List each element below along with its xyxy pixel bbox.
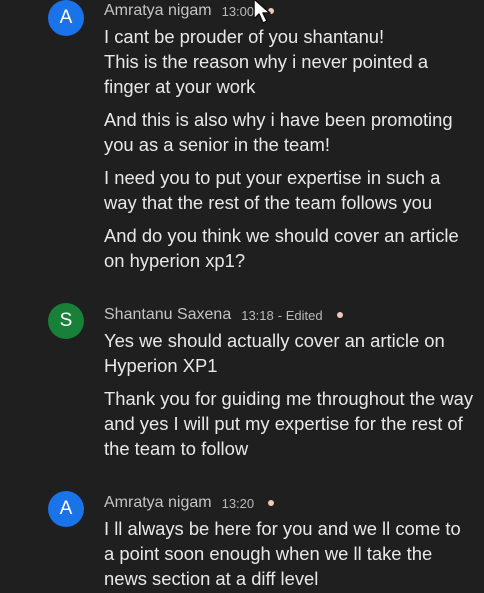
timestamp: 13:18: [241, 307, 274, 323]
message-paragraph: I ll always be here for you and we ll co…: [104, 518, 461, 589]
chat-thread: A Amratya nigam 13:00 I cant be prouder …: [0, 0, 484, 593]
timestamp: 13:20: [221, 495, 255, 511]
sender-name[interactable]: Amratya nigam: [104, 2, 212, 20]
message-header: Amratya nigam 13:00: [104, 1, 275, 21]
status-dot-icon: [268, 500, 275, 506]
sender-name[interactable]: Amratya nigam: [104, 494, 212, 512]
message-paragraph: Thank you for guiding me throughout the …: [104, 388, 474, 459]
status-dot-icon: [336, 312, 343, 318]
message-body: I ll always be here for you and we ll co…: [104, 516, 476, 593]
message-paragraph: And do you think we should cover an arti…: [104, 225, 459, 271]
message-header: Amratya nigam 13:20: [104, 493, 275, 513]
message-paragraph: I need you to put your expertise in such…: [104, 167, 441, 213]
message-paragraph: And this is also why i have been promoti…: [104, 109, 453, 155]
message-paragraph: Yes we should actually cover an article …: [104, 330, 445, 376]
sender-name[interactable]: Shantanu Saxena: [104, 306, 231, 324]
timestamp: 13:00: [221, 3, 255, 19]
avatar[interactable]: S: [48, 303, 84, 339]
message-body: Yes we should actually cover an article …: [104, 328, 476, 469]
avatar[interactable]: A: [48, 491, 84, 527]
message-body: I cant be prouder of you shantanu! This …: [104, 24, 476, 281]
avatar[interactable]: A: [48, 0, 84, 36]
message-header: Shantanu Saxena 13:18 - Edited: [104, 305, 343, 325]
message-paragraph: I cant be prouder of you shantanu! This …: [104, 26, 429, 97]
edited-label: - Edited: [277, 307, 323, 323]
mouse-pointer-icon: [253, 0, 271, 24]
